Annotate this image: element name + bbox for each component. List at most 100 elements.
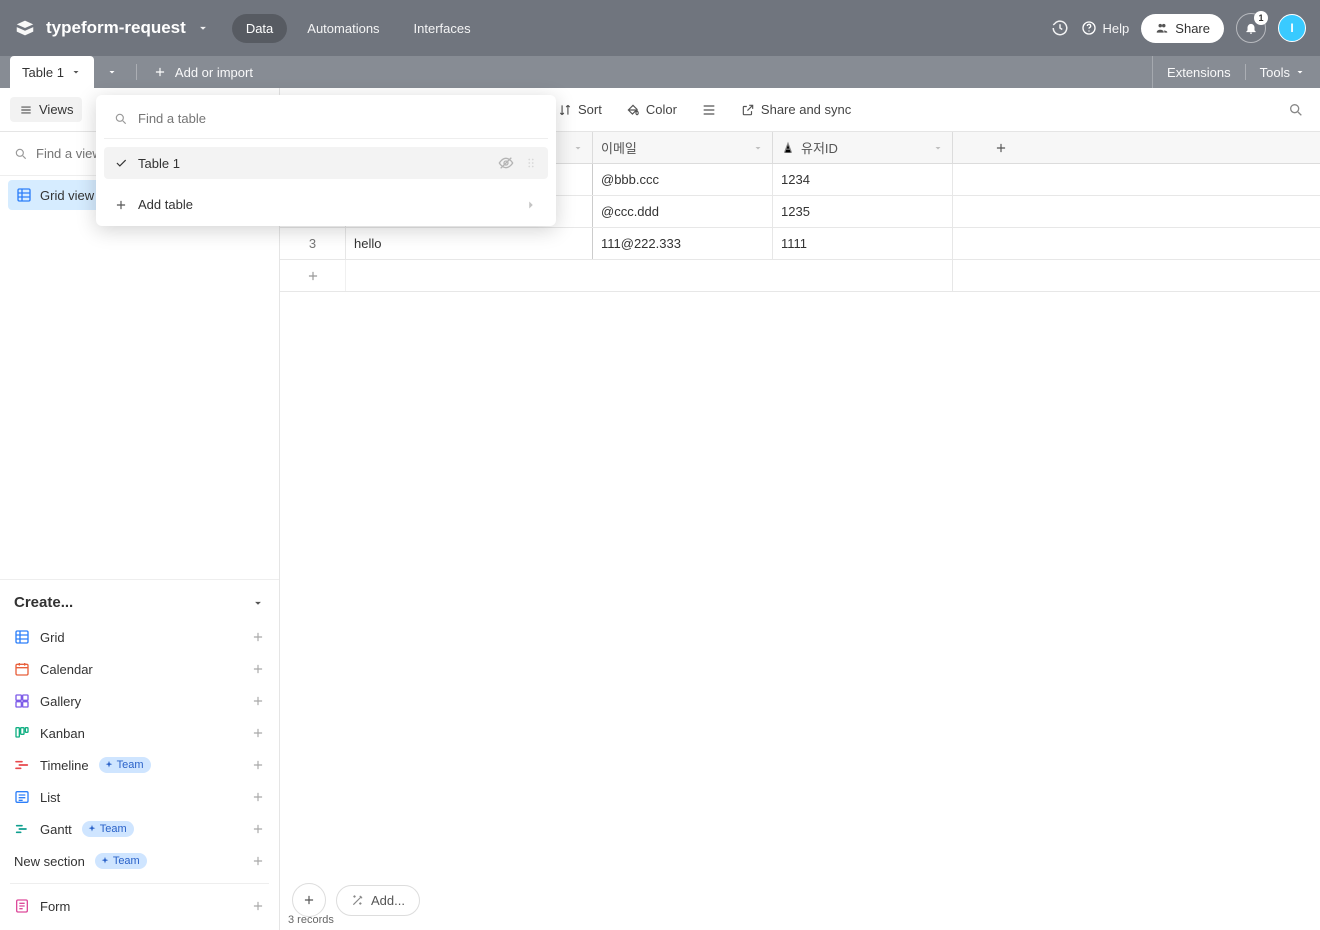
sort-label: Sort xyxy=(578,102,602,117)
table-list-dropdown[interactable] xyxy=(94,56,130,88)
plus-icon xyxy=(251,726,265,740)
list-icon xyxy=(14,789,30,805)
create-calendar[interactable]: Calendar xyxy=(0,653,279,685)
table-tab-active[interactable]: Table 1 xyxy=(10,56,94,88)
chevron-down-icon xyxy=(572,142,584,154)
create-item-label: Timeline xyxy=(40,758,89,773)
add-import-label: Add or import xyxy=(175,65,253,80)
plus-icon xyxy=(251,899,265,913)
check-icon xyxy=(114,156,128,170)
create-header[interactable]: Create... xyxy=(0,580,279,621)
create-new-section[interactable]: New section Team xyxy=(0,845,279,877)
create-gallery[interactable]: Gallery xyxy=(0,685,279,717)
cell-email[interactable]: 111@222.333 xyxy=(593,228,773,259)
cell-primary[interactable]: hello xyxy=(346,228,593,259)
create-item-label: Kanban xyxy=(40,726,85,741)
create-form[interactable]: Form xyxy=(0,890,279,922)
footer-add-menu[interactable]: Add... xyxy=(336,885,420,916)
plus-icon xyxy=(153,65,167,79)
extensions-button[interactable]: Extensions xyxy=(1153,65,1245,80)
timeline-icon xyxy=(14,757,30,773)
cell-userid[interactable]: 1234 xyxy=(773,164,953,195)
chevron-down-icon xyxy=(196,21,210,35)
data-grid: 이메일 유저ID 1 @bbb.ccc 1234 2 xyxy=(280,132,1320,930)
notifications-button[interactable]: 1 xyxy=(1236,13,1266,43)
create-item-label: Gantt xyxy=(40,822,72,837)
base-switcher[interactable]: typeform-request xyxy=(14,17,210,39)
column-header-email[interactable]: 이메일 xyxy=(593,132,773,163)
share-button[interactable]: Share xyxy=(1141,14,1224,43)
drag-handle-icon[interactable] xyxy=(524,156,538,170)
nav-data[interactable]: Data xyxy=(232,14,287,43)
share-sync-label: Share and sync xyxy=(761,102,851,117)
create-item-label: Calendar xyxy=(40,662,93,677)
create-grid[interactable]: Grid xyxy=(0,621,279,653)
table-row[interactable]: 3 hello 111@222.333 1111 xyxy=(280,228,1320,260)
popover-add-table[interactable]: Add table xyxy=(104,187,548,216)
chevron-down-icon xyxy=(70,66,82,78)
team-badge: Team xyxy=(99,757,151,773)
popover-table-name: Table 1 xyxy=(138,156,180,171)
base-name: typeform-request xyxy=(46,18,186,38)
popover-search-row xyxy=(104,105,548,139)
footer-add-row[interactable] xyxy=(292,883,326,917)
column-header-userid[interactable]: 유저ID xyxy=(773,132,953,163)
plus-icon xyxy=(251,630,265,644)
text-field-icon xyxy=(781,141,795,155)
popover-table-item[interactable]: Table 1 xyxy=(104,147,548,179)
plus-icon xyxy=(306,269,320,283)
find-table-input[interactable] xyxy=(138,111,538,126)
column-label: 유저ID xyxy=(801,138,838,157)
avatar[interactable]: I xyxy=(1278,14,1306,42)
menu-icon xyxy=(19,103,33,117)
views-toggle[interactable]: Views xyxy=(10,97,82,122)
cell-email[interactable]: @bbb.ccc xyxy=(593,164,773,195)
grid-icon xyxy=(14,629,30,645)
cell-userid[interactable]: 1111 xyxy=(773,228,953,259)
create-item-label: Grid xyxy=(40,630,65,645)
team-badge: Team xyxy=(82,821,134,837)
people-icon xyxy=(1155,21,1169,35)
create-list[interactable]: List xyxy=(0,781,279,813)
chevron-down-icon xyxy=(932,142,944,154)
row-height-icon xyxy=(701,102,717,118)
create-item-label: List xyxy=(40,790,60,805)
plus-icon xyxy=(994,141,1008,155)
header-right: Help Share 1 I xyxy=(1051,13,1306,43)
plus-icon xyxy=(251,694,265,708)
nav-automations[interactable]: Automations xyxy=(293,14,393,43)
help-button[interactable]: Help xyxy=(1081,20,1130,36)
sparkle-icon xyxy=(104,760,114,770)
hide-icon[interactable] xyxy=(498,155,514,171)
column-label: 이메일 xyxy=(601,138,637,157)
tools-button[interactable]: Tools xyxy=(1246,65,1320,80)
create-item-label: Form xyxy=(40,899,70,914)
popover-add-label: Add table xyxy=(138,197,193,212)
wand-icon xyxy=(351,893,365,907)
search-icon[interactable] xyxy=(1288,102,1304,118)
share-sync-button[interactable]: Share and sync xyxy=(731,96,861,123)
history-icon[interactable] xyxy=(1051,19,1069,37)
create-section: Create... Grid Calendar Gallery Kanban xyxy=(0,579,279,930)
add-row-plus[interactable] xyxy=(280,260,346,291)
cell-email[interactable]: @ccc.ddd xyxy=(593,196,773,227)
plus-icon xyxy=(251,662,265,676)
add-or-import-button[interactable]: Add or import xyxy=(143,56,263,88)
row-height-button[interactable] xyxy=(691,96,727,124)
paint-icon xyxy=(626,103,640,117)
sparkle-icon xyxy=(100,856,110,866)
create-kanban[interactable]: Kanban xyxy=(0,717,279,749)
external-icon xyxy=(741,103,755,117)
color-button[interactable]: Color xyxy=(616,96,687,123)
create-timeline[interactable]: Timeline Team xyxy=(0,749,279,781)
footer-add-label: Add... xyxy=(371,893,405,908)
sort-icon xyxy=(558,103,572,117)
sort-button[interactable]: Sort xyxy=(548,96,612,123)
create-gantt[interactable]: Gantt Team xyxy=(0,813,279,845)
color-label: Color xyxy=(646,102,677,117)
nav-tabs: Data Automations Interfaces xyxy=(232,14,485,43)
add-column-button[interactable] xyxy=(953,132,1048,163)
cell-userid[interactable]: 1235 xyxy=(773,196,953,227)
nav-interfaces[interactable]: Interfaces xyxy=(400,14,485,43)
add-row[interactable] xyxy=(280,260,1320,292)
